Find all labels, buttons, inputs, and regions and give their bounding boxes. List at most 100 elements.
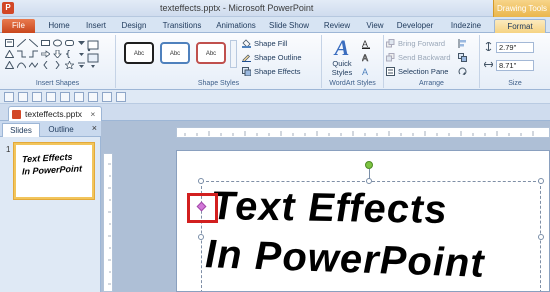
align-button[interactable] (458, 39, 467, 48)
size-label: Size (508, 80, 522, 87)
connector-icon[interactable] (28, 49, 39, 59)
line-shape-icon[interactable] (28, 38, 39, 48)
selection-pane-button[interactable]: Selection Pane (386, 67, 448, 76)
tab-view[interactable]: View (360, 19, 390, 33)
slide-thumbnail[interactable]: Text Effects In PowerPoint (13, 142, 95, 200)
close-pane-icon[interactable]: × (92, 123, 97, 133)
group-icon (458, 53, 467, 62)
resize-handle-top-right[interactable] (538, 178, 544, 184)
height-icon (484, 41, 493, 53)
curve-line-icon[interactable] (16, 60, 27, 70)
resize-handle-right[interactable] (538, 234, 544, 240)
text-fill-icon: A (362, 39, 371, 49)
vertical-ruler (103, 153, 113, 292)
powerpoint-app-icon[interactable]: P (2, 2, 14, 14)
new-slide-icon[interactable] (46, 92, 56, 102)
selection-pane-icon (386, 67, 395, 76)
text-effects-button[interactable]: A (362, 67, 371, 77)
tab-insert[interactable]: Insert (78, 19, 114, 33)
slide-number: 1 (6, 145, 11, 154)
oval-shape-icon[interactable] (52, 38, 63, 48)
shape-styles-label: Shape Styles (197, 80, 240, 87)
shape-width-input[interactable]: 8.71" (496, 60, 534, 71)
rotation-handle[interactable] (365, 161, 373, 169)
spelling-icon[interactable] (88, 92, 98, 102)
slideshow-icon[interactable] (102, 92, 112, 102)
bring-forward-button[interactable]: Bring Forward (386, 39, 445, 48)
freeform-icon[interactable] (28, 60, 39, 70)
group-wordart-styles: A Quick Styles A A A WordArt Styles (322, 35, 384, 88)
quick-styles-button[interactable]: A Quick Styles (326, 37, 358, 78)
line-shape-icon[interactable] (16, 38, 27, 48)
tab-format[interactable]: Format (494, 19, 546, 33)
arrow-right-icon[interactable] (40, 49, 51, 59)
customize-qat-icon[interactable] (116, 92, 126, 102)
redo-icon[interactable] (32, 92, 42, 102)
text-outline-icon: A (362, 53, 371, 64)
document-tab-name: texteffects.pptx (25, 109, 83, 119)
tab-developer[interactable]: Developer (392, 19, 438, 33)
pptx-file-icon (12, 110, 21, 119)
triangle-shape-icon[interactable] (4, 49, 15, 59)
send-backward-button[interactable]: Send Backward (386, 53, 451, 62)
star-shape-icon[interactable] (64, 60, 75, 70)
tab-home[interactable]: Home (40, 19, 78, 33)
tab-transitions[interactable]: Transitions (156, 19, 208, 33)
save-icon[interactable] (4, 92, 14, 102)
print-preview-icon[interactable] (74, 92, 84, 102)
tab-outline[interactable]: Outline (42, 123, 80, 137)
ribbon: Insert Shapes Abc Abc Abc Shape Fill Sha… (0, 33, 550, 90)
ribbon-tabs: File Home Insert Design Transitions Anim… (0, 17, 550, 33)
elbow-connector-icon[interactable] (16, 49, 27, 59)
shape-height-row: 2.79" (484, 41, 534, 53)
textbox-shape-icon[interactable] (4, 38, 15, 48)
pencil-icon (242, 53, 251, 63)
tab-indezine[interactable]: Indezine (444, 19, 488, 33)
highlight-callout-box (187, 193, 218, 223)
tab-file[interactable]: File (2, 19, 35, 33)
shape-effects-button[interactable]: Shape Effects (242, 67, 301, 77)
tab-slide-show[interactable]: Slide Show (264, 19, 314, 33)
document-tab[interactable]: texteffects.pptx × (8, 106, 103, 121)
open-icon[interactable] (60, 92, 70, 102)
shape-effects-icon (242, 67, 252, 77)
tab-slides[interactable]: Slides (2, 123, 40, 137)
brace-right-icon[interactable] (52, 60, 63, 70)
width-icon (483, 60, 494, 71)
tab-design[interactable]: Design (114, 19, 154, 33)
undo-icon[interactable] (18, 92, 28, 102)
text-outline-button[interactable]: A (362, 53, 371, 64)
brace-left-icon[interactable] (40, 60, 51, 70)
shape-outline-button[interactable]: Shape Outline (242, 53, 302, 63)
tab-animations[interactable]: Animations (210, 19, 262, 33)
close-document-icon[interactable]: × (90, 109, 95, 119)
document-tabs: texteffects.pptx × (0, 104, 550, 121)
slide-text-line-1[interactable]: Text Effects (210, 184, 448, 233)
group-arrange: Bring Forward Send Backward Selection Pa… (384, 35, 480, 88)
quick-styles-label: Quick Styles (331, 59, 353, 77)
shape-style-swatch-blue[interactable]: Abc (160, 42, 190, 64)
shape-style-swatch-black[interactable]: Abc (124, 42, 154, 64)
triangle-outline-icon[interactable] (4, 60, 15, 70)
shape-styles-gallery-scroll[interactable] (230, 40, 237, 68)
text-fill-button[interactable]: A (362, 39, 371, 49)
tab-review[interactable]: Review (318, 19, 356, 33)
svg-text:A: A (362, 53, 368, 63)
group-shape-styles: Abc Abc Abc Shape Fill Shape Outline Sha… (116, 35, 322, 88)
rectangle-shape-icon[interactable] (40, 38, 51, 48)
rounded-rectangle-shape-icon[interactable] (64, 38, 75, 48)
shape-height-input[interactable]: 2.79" (496, 42, 534, 53)
text-effects-icon: A (362, 67, 371, 77)
rotate-button[interactable] (458, 67, 467, 76)
slide-canvas[interactable]: Text Effects In PowerPoint (176, 150, 550, 292)
arrow-down-icon[interactable] (52, 49, 63, 59)
shape-fill-button[interactable]: Shape Fill (242, 39, 287, 48)
group-objects-button[interactable] (458, 53, 467, 62)
resize-handle-top-left[interactable] (198, 178, 204, 184)
resize-handle-top[interactable] (366, 178, 372, 184)
resize-handle-left[interactable] (198, 234, 204, 240)
shape-style-swatch-red[interactable]: Abc (196, 42, 226, 64)
edit-shape-button[interactable] (86, 39, 100, 71)
brace-shape-icon[interactable] (64, 49, 75, 59)
shapes-gallery[interactable] (4, 38, 85, 70)
